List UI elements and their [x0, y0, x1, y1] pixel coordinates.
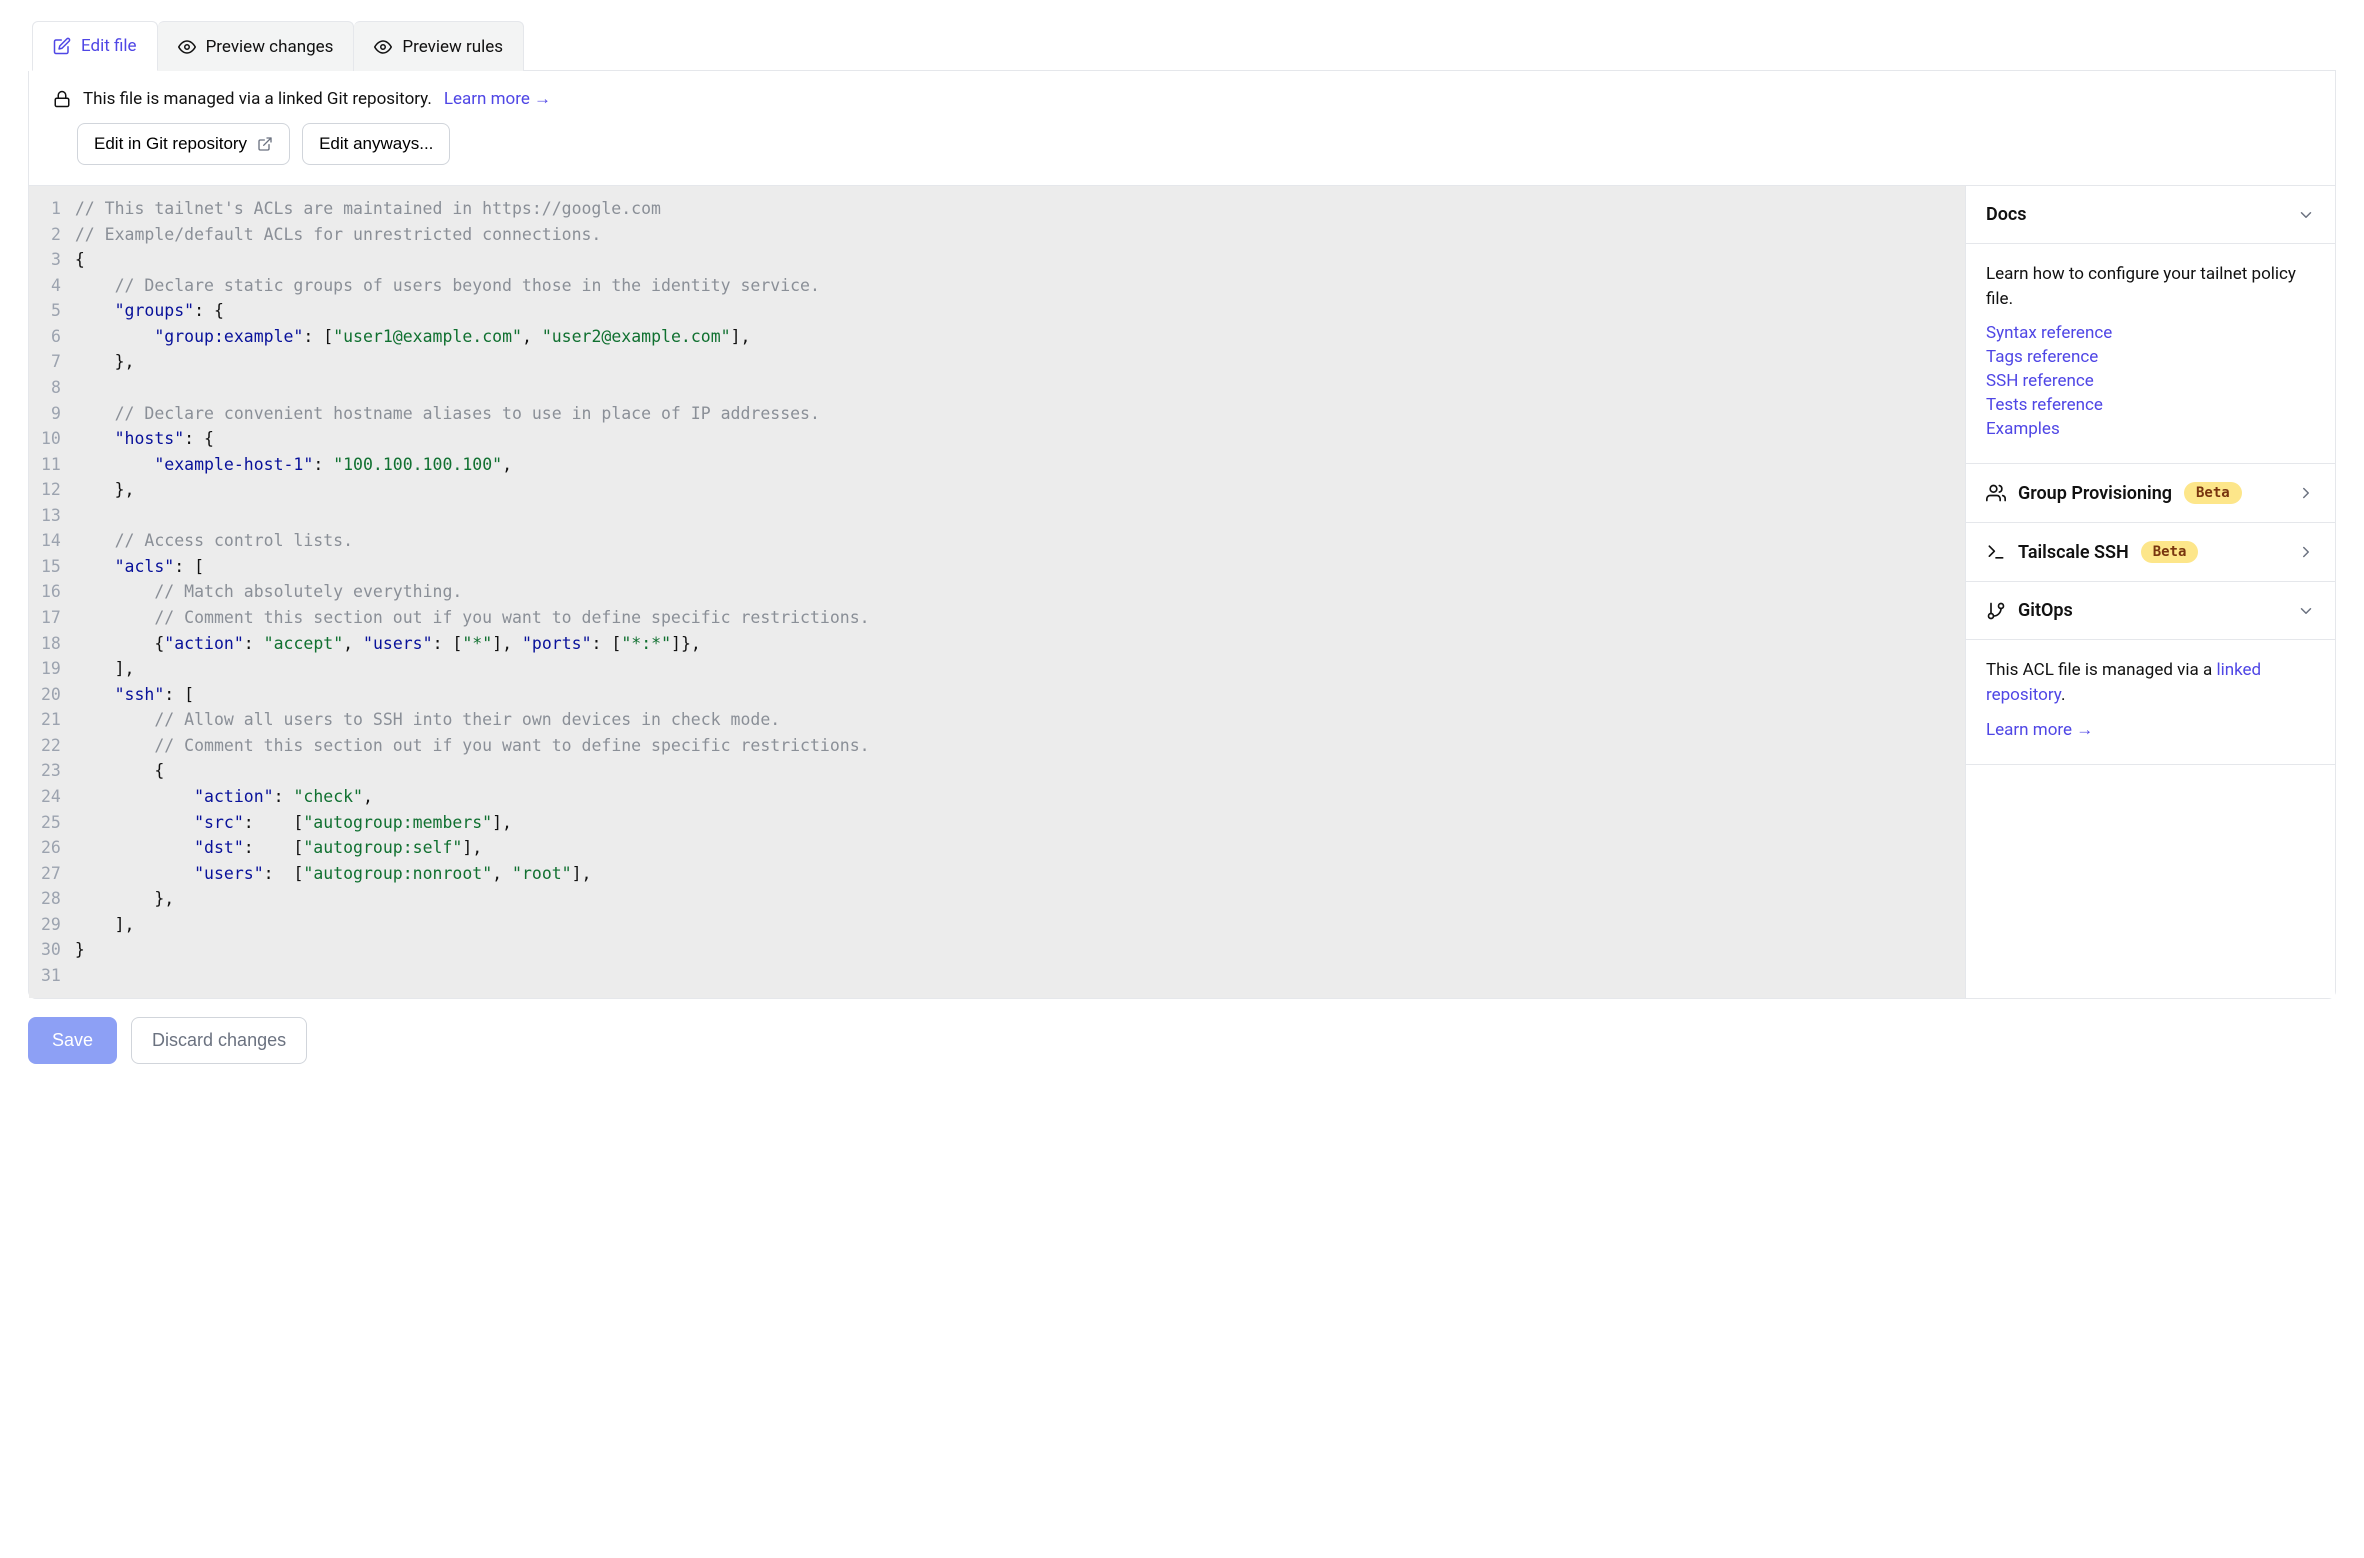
discard-changes-button[interactable]: Discard changes [131, 1017, 307, 1064]
sidebar-gitops-body: This ACL file is managed via a linked re… [1966, 640, 2335, 764]
button-label: Edit in Git repository [94, 134, 247, 154]
sidebar-docs-header[interactable]: Docs [1966, 186, 2335, 244]
chevron-right-icon [2297, 543, 2315, 561]
chevron-down-icon [2297, 602, 2315, 620]
chevron-right-icon [2297, 484, 2315, 502]
tab-preview-rules[interactable]: Preview rules [354, 21, 524, 71]
docs-link-tags[interactable]: Tags reference [1986, 347, 2315, 367]
sidebar-docs-body: Learn how to configure your tailnet poli… [1966, 244, 2335, 464]
code-editor[interactable]: 1234567891011121314151617181920212223242… [29, 186, 1965, 998]
tab-label: Preview rules [402, 37, 503, 57]
beta-badge: Beta [2141, 541, 2199, 563]
edit-in-git-button[interactable]: Edit in Git repository [77, 123, 290, 165]
tab-label: Edit file [81, 36, 137, 56]
edit-anyways-button[interactable]: Edit anyways... [302, 123, 450, 165]
docs-link-syntax[interactable]: Syntax reference [1986, 323, 2315, 343]
lock-icon [53, 90, 71, 108]
tab-preview-changes[interactable]: Preview changes [158, 21, 355, 71]
tab-edit-file[interactable]: Edit file [32, 21, 158, 71]
sidebar: Docs Learn how to configure your tailnet… [1965, 186, 2335, 998]
banner-learn-more-link[interactable]: Learn more → [444, 89, 551, 109]
tabs: Edit file Preview changes Preview rules [32, 20, 2336, 71]
docs-link-ssh[interactable]: SSH reference [1986, 371, 2315, 391]
chevron-down-icon [2297, 206, 2315, 224]
users-icon [1986, 483, 2006, 503]
save-button[interactable]: Save [28, 1017, 117, 1064]
sidebar-group-provisioning-header[interactable]: Group Provisioning Beta [1966, 464, 2335, 523]
beta-badge: Beta [2184, 482, 2242, 504]
external-link-icon [257, 136, 273, 152]
terminal-icon [1986, 542, 2006, 562]
banner-message: This file is managed via a linked Git re… [83, 89, 432, 109]
code-content[interactable]: // This tailnet's ACLs are maintained in… [75, 186, 1965, 998]
edit-icon [53, 37, 71, 55]
sidebar-title: Group Provisioning [2018, 483, 2172, 504]
footer-actions: Save Discard changes [28, 1017, 2336, 1064]
sidebar-title: Docs [1986, 204, 2027, 225]
sidebar-tailscale-ssh-header[interactable]: Tailscale SSH Beta [1966, 523, 2335, 582]
gitops-text: This ACL file is managed via a linked re… [1986, 658, 2315, 707]
main-area: 1234567891011121314151617181920212223242… [29, 186, 2335, 998]
sidebar-gitops-header[interactable]: GitOps [1966, 582, 2335, 640]
eye-icon [374, 38, 392, 56]
managed-banner: This file is managed via a linked Git re… [29, 71, 2335, 186]
docs-intro: Learn how to configure your tailnet poli… [1986, 262, 2315, 311]
git-branch-icon [1986, 601, 2006, 621]
docs-link-examples[interactable]: Examples [1986, 419, 2315, 439]
line-gutter: 1234567891011121314151617181920212223242… [29, 186, 75, 998]
button-label: Edit anyways... [319, 134, 433, 154]
sidebar-title: Tailscale SSH [2018, 542, 2129, 563]
gitops-learn-more-link[interactable]: Learn more → [1986, 720, 2315, 740]
panel: This file is managed via a linked Git re… [28, 71, 2336, 999]
eye-icon [178, 38, 196, 56]
tab-label: Preview changes [206, 37, 334, 57]
docs-link-tests[interactable]: Tests reference [1986, 395, 2315, 415]
sidebar-title: GitOps [2018, 600, 2073, 621]
